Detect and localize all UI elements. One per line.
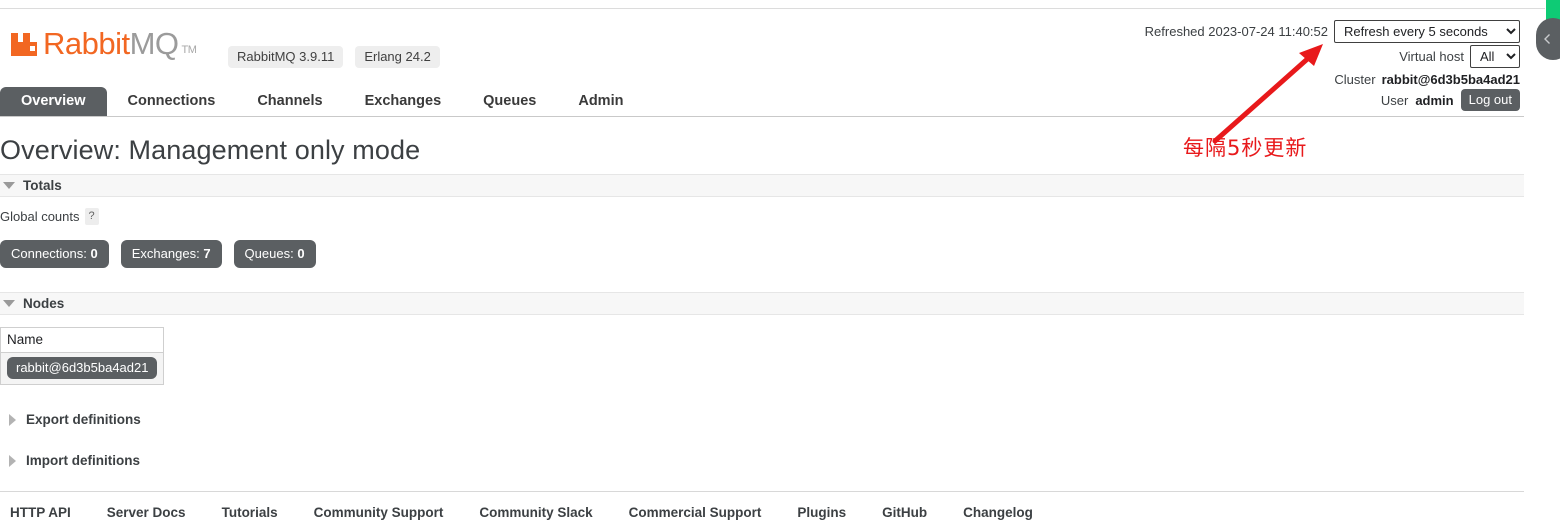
footer-link-tutorials[interactable]: Tutorials bbox=[222, 505, 302, 520]
global-counts-row: Global counts ? bbox=[0, 208, 1524, 225]
tab-channels[interactable]: Channels bbox=[236, 87, 343, 116]
cluster-label: Cluster bbox=[1334, 71, 1376, 87]
triangle-right-icon bbox=[9, 454, 16, 467]
section-totals-header[interactable]: Totals bbox=[0, 174, 1524, 197]
tab-exchanges[interactable]: Exchanges bbox=[344, 87, 463, 116]
exchanges-count-label: Exchanges: bbox=[131, 246, 200, 261]
footer-link-community-slack[interactable]: Community Slack bbox=[479, 505, 616, 520]
chevron-left-icon bbox=[1542, 32, 1553, 46]
side-panel-toggle[interactable] bbox=[1536, 18, 1560, 60]
brand-name-secondary: MQ bbox=[129, 26, 179, 61]
footer-link-http-api[interactable]: HTTP API bbox=[10, 505, 95, 520]
section-nodes-label: Nodes bbox=[23, 296, 65, 311]
footer-link-commercial-support[interactable]: Commercial Support bbox=[629, 505, 786, 520]
section-export-definitions[interactable]: Export definitions bbox=[0, 412, 1524, 427]
tab-admin[interactable]: Admin bbox=[557, 87, 644, 116]
tab-connections[interactable]: Connections bbox=[107, 87, 237, 116]
table-row: rabbit@6d3b5ba4ad21 bbox=[0, 352, 164, 385]
refresh-interval-select[interactable]: Refresh every 5 seconds bbox=[1334, 19, 1520, 43]
refresh-row: Refreshed 2023-07-24 11:40:52 Refresh ev… bbox=[1145, 18, 1520, 44]
connections-count-badge[interactable]: Connections: 0 bbox=[0, 240, 109, 268]
version-badges: RabbitMQ 3.9.11 Erlang 24.2 bbox=[228, 46, 440, 68]
rabbit-logo-icon bbox=[10, 30, 40, 58]
node-name-cell: rabbit@6d3b5ba4ad21 bbox=[0, 352, 164, 385]
exchanges-count-badge[interactable]: Exchanges: 7 bbox=[120, 240, 222, 268]
triangle-down-icon bbox=[3, 300, 15, 307]
vhost-row: Virtual host All bbox=[1145, 44, 1520, 69]
trademark-mark: TM bbox=[181, 44, 197, 56]
erlang-version-badge: Erlang 24.2 bbox=[355, 46, 440, 68]
rabbitmq-version-badge: RabbitMQ 3.9.11 bbox=[228, 46, 344, 68]
node-name-badge[interactable]: rabbit@6d3b5ba4ad21 bbox=[7, 357, 158, 379]
page-header: RabbitMQ TM RabbitMQ 3.9.11 Erlang 24.2 R… bbox=[0, 0, 1524, 112]
exchanges-count-value: 7 bbox=[203, 246, 211, 261]
footer-link-community-support[interactable]: Community Support bbox=[314, 505, 468, 520]
global-counts-label: Global counts bbox=[0, 209, 80, 224]
main-content: Overview: Management only mode Totals Gl… bbox=[0, 135, 1524, 520]
refreshed-timestamp: Refreshed 2023-07-24 11:40:52 bbox=[1144, 23, 1328, 39]
queues-count-label: Queues: bbox=[244, 246, 294, 261]
annotation-text: 每隔5秒更新 bbox=[1183, 136, 1308, 160]
cluster-name: rabbit@6d3b5ba4ad21 bbox=[1381, 71, 1520, 87]
help-icon[interactable]: ? bbox=[84, 208, 99, 225]
tab-queues[interactable]: Queues bbox=[462, 87, 557, 116]
global-counts-badges: Connections: 0 Exchanges: 7 Queues: 0 bbox=[0, 240, 1524, 268]
main-navigation: Overview Connections Channels Exchanges … bbox=[0, 86, 1524, 117]
nodes-table: Name rabbit@6d3b5ba4ad21 bbox=[0, 327, 165, 385]
brand-name-primary: Rabbit bbox=[43, 26, 130, 61]
tab-overview[interactable]: Overview bbox=[0, 87, 107, 116]
connections-count-label: Connections: bbox=[11, 246, 87, 261]
export-definitions-label: Export definitions bbox=[26, 412, 141, 427]
footer-link-changelog[interactable]: Changelog bbox=[963, 505, 1057, 520]
rabbitmq-logo[interactable]: RabbitMQ TM bbox=[10, 26, 197, 61]
column-header-name[interactable]: Name bbox=[0, 327, 164, 353]
section-totals-label: Totals bbox=[23, 178, 62, 193]
footer-link-server-docs[interactable]: Server Docs bbox=[107, 505, 210, 520]
vhost-select[interactable]: All bbox=[1470, 45, 1520, 68]
queues-count-value: 0 bbox=[297, 246, 305, 261]
vhost-label: Virtual host bbox=[1399, 49, 1464, 64]
table-header-row: Name bbox=[0, 327, 164, 353]
import-definitions-label: Import definitions bbox=[26, 453, 140, 468]
footer-link-github[interactable]: GitHub bbox=[882, 505, 951, 520]
section-nodes-header[interactable]: Nodes bbox=[0, 292, 1524, 315]
section-import-definitions[interactable]: Import definitions bbox=[0, 453, 1524, 468]
connections-count-value: 0 bbox=[90, 246, 98, 261]
queues-count-badge[interactable]: Queues: 0 bbox=[233, 240, 316, 268]
triangle-right-icon bbox=[9, 413, 16, 426]
footer-link-plugins[interactable]: Plugins bbox=[797, 505, 870, 520]
rabbitmq-management-page: RabbitMQ TM RabbitMQ 3.9.11 Erlang 24.2 R… bbox=[0, 0, 1524, 520]
triangle-down-icon bbox=[3, 182, 15, 189]
